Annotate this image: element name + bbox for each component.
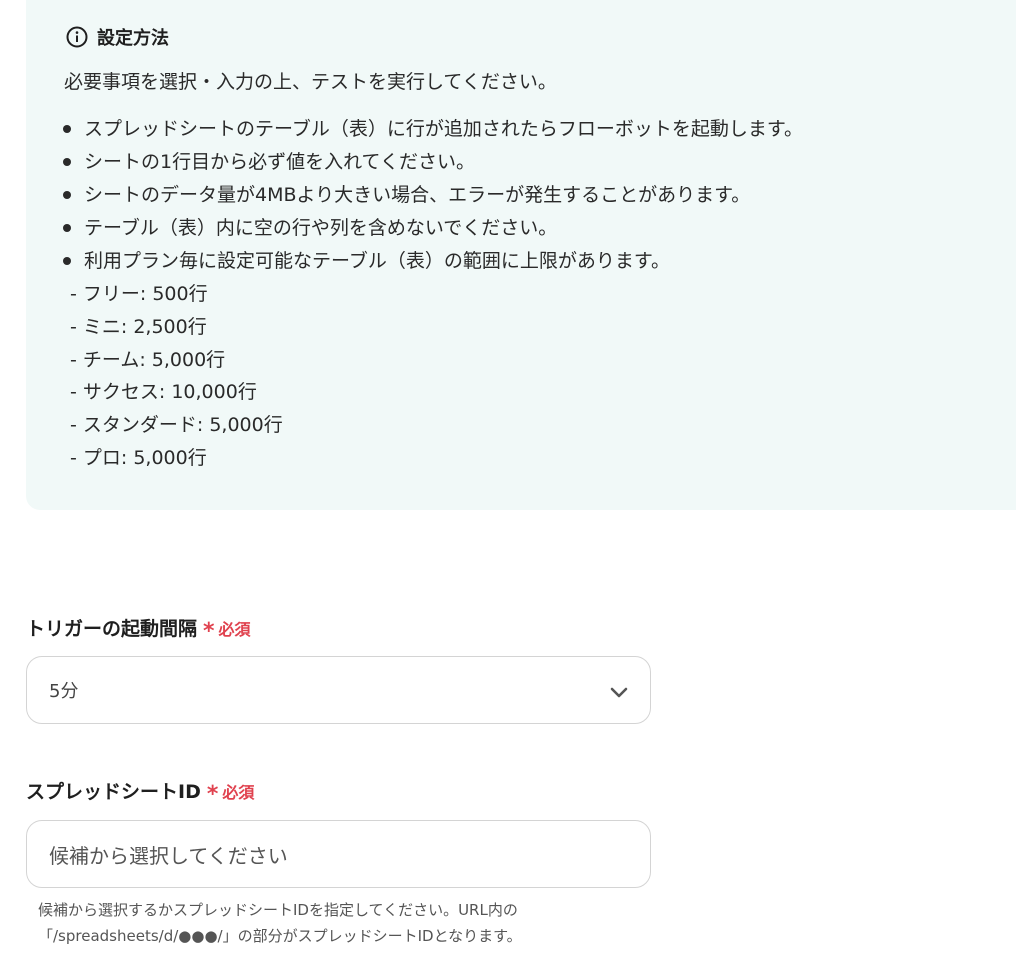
bullet-dot (63, 191, 71, 199)
spreadsheet-id-help-text: 候補から選択するかスプレッドシートIDを指定してください。URL内の 「/spr… (38, 897, 522, 949)
info-lead-text: 必要事項を選択・入力の上、テストを実行してください。 (64, 71, 557, 93)
info-circle-icon (66, 26, 88, 48)
trigger-interval-label-text: トリガーの起動間隔 (26, 618, 198, 640)
bullet-dot (63, 224, 71, 232)
plan-limit-list: - フリー: 500行 - ミニ: 2,500行 - チーム: 5,000行 -… (70, 280, 283, 477)
info-header: 設定方法 (66, 24, 169, 50)
plan-limit-item: - プロ: 5,000行 (70, 446, 207, 469)
required-asterisk: * (206, 782, 219, 807)
bullet-dot (63, 125, 71, 133)
spreadsheet-id-input[interactable]: 候補から選択してください (26, 820, 651, 888)
spreadsheet-id-placeholder: 候補から選択してください (49, 843, 288, 868)
help-line: 候補から選択するかスプレッドシートIDを指定してください。URL内の (38, 901, 518, 919)
chevron-down-icon[interactable] (608, 681, 630, 703)
trigger-interval-select[interactable]: 5分 (26, 656, 651, 724)
plan-limit-item: - サクセス: 10,000行 (70, 381, 257, 404)
bullet-text: シートのデータ量が4MBより大きい場合、エラーが発生することがあります。 (84, 184, 751, 206)
help-line: 「/spreadsheets/d/●●●/」の部分がスプレッドシートIDとなりま… (38, 927, 522, 945)
spreadsheet-id-label-text: スプレッドシートID (26, 781, 201, 803)
list-item: シートの1行目から必ず値を入れてください。 (60, 148, 803, 181)
plan-limit-item: - スタンダード: 5,000行 (70, 414, 283, 437)
list-item: 利用プラン毎に設定可能なテーブル（表）の範囲に上限があります。 (60, 247, 803, 280)
trigger-interval-selected-value: 5分 (49, 681, 79, 702)
bullet-text: スプレッドシートのテーブル（表）に行が追加されたらフローボットを起動します。 (84, 118, 803, 140)
bullet-dot (63, 257, 71, 265)
spreadsheet-id-label: スプレッドシートID * 必須 (26, 777, 255, 807)
info-bullet-list: スプレッドシートのテーブル（表）に行が追加されたらフローボットを起動します。 シ… (60, 115, 803, 280)
bullet-text: 利用プラン毎に設定可能なテーブル（表）の範囲に上限があります。 (84, 250, 670, 272)
trigger-interval-label: トリガーの起動間隔 * 必須 (26, 614, 251, 644)
list-item: スプレッドシートのテーブル（表）に行が追加されたらフローボットを起動します。 (60, 115, 803, 148)
bullet-text: シートの1行目から必ず値を入れてください。 (84, 151, 475, 173)
required-badge: 必須 (222, 783, 255, 802)
plan-limit-item: - フリー: 500行 (70, 283, 208, 305)
required-asterisk: * (203, 619, 215, 644)
bullet-text: テーブル（表）内に空の行や列を含めないでください。 (84, 217, 558, 239)
plan-limit-item: - チーム: 5,000行 (70, 348, 226, 371)
list-item: シートのデータ量が4MBより大きい場合、エラーが発生することがあります。 (60, 181, 803, 214)
required-badge: 必須 (218, 620, 251, 639)
plan-limit-item: - ミニ: 2,500行 (70, 315, 207, 338)
settings-info-panel: 設定方法 必要事項を選択・入力の上、テストを実行してください。 スプレッドシート… (26, 0, 1016, 510)
info-title: 設定方法 (97, 28, 169, 49)
list-item: テーブル（表）内に空の行や列を含めないでください。 (60, 214, 803, 247)
bullet-dot (63, 158, 71, 166)
